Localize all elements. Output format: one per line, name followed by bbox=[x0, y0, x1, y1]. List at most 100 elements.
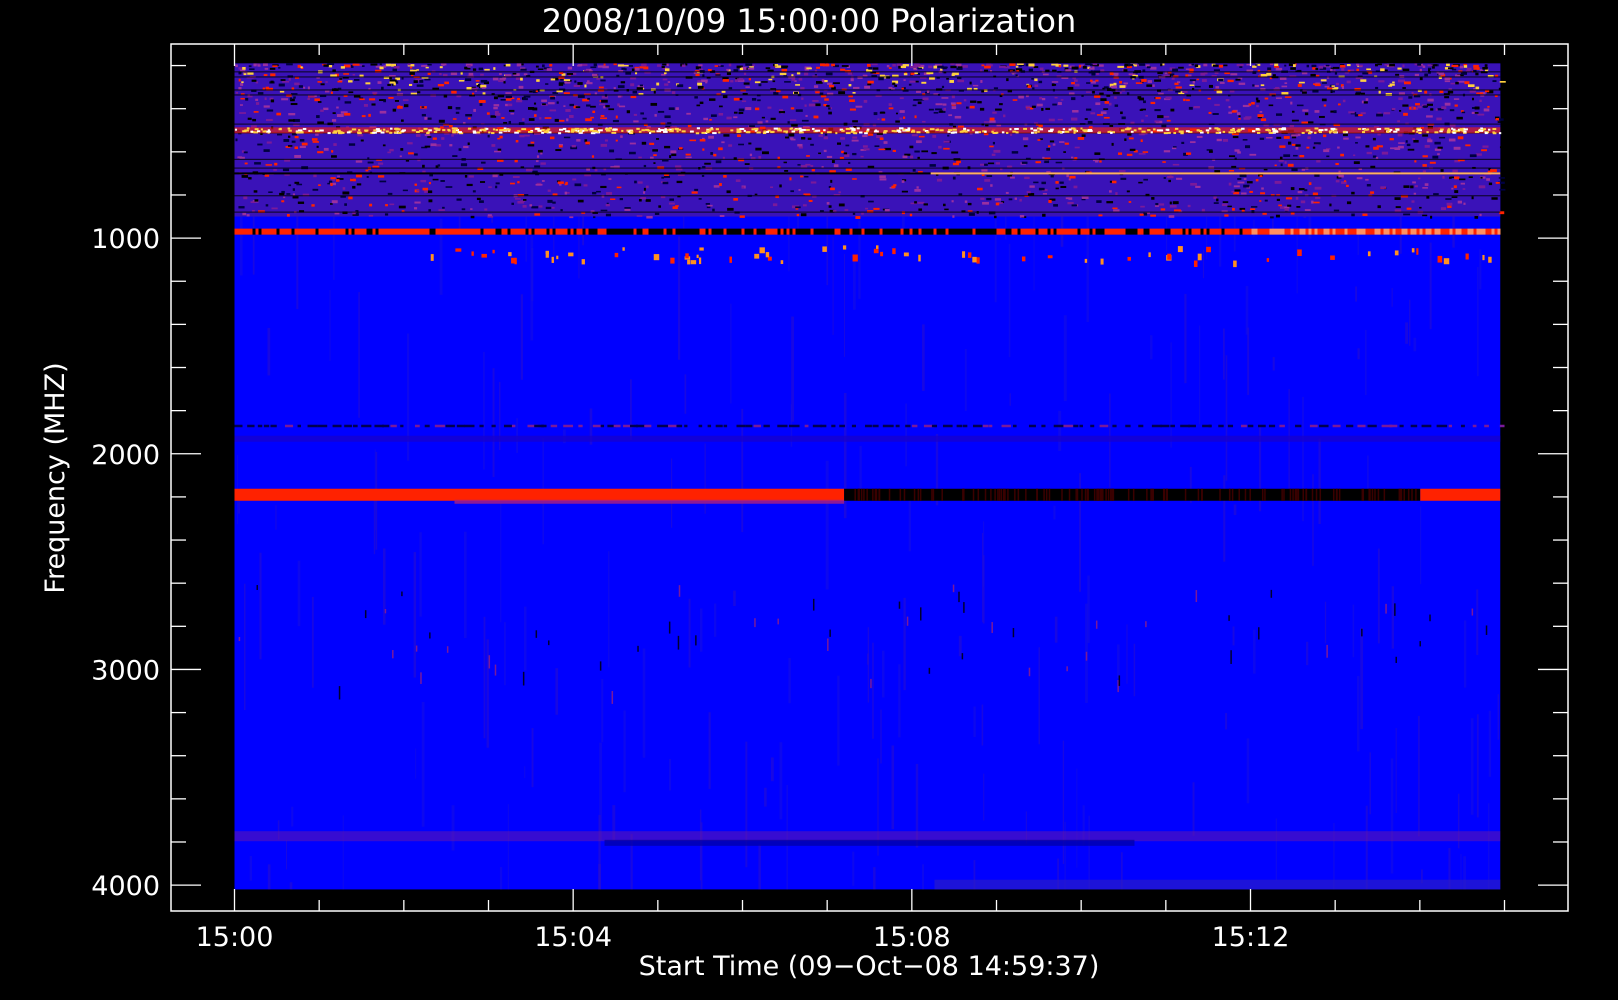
noise-speckle bbox=[569, 114, 574, 118]
streak bbox=[905, 403, 908, 467]
noise-speckle bbox=[316, 145, 319, 148]
bright-speck bbox=[299, 131, 304, 134]
band-texture bbox=[1099, 488, 1102, 501]
band-texture bbox=[1000, 488, 1003, 501]
noise-speckle bbox=[1287, 163, 1294, 167]
band-cell bbox=[492, 228, 496, 235]
bright-speck bbox=[333, 130, 338, 133]
streak bbox=[1170, 342, 1172, 448]
noise-speckle bbox=[549, 63, 553, 67]
noise-speckle bbox=[785, 136, 789, 139]
noise-speckle bbox=[1284, 64, 1287, 67]
noise-speckle bbox=[713, 185, 720, 188]
noise-speckle bbox=[325, 81, 328, 83]
band-cell bbox=[648, 228, 652, 235]
noise-speckle bbox=[743, 82, 750, 85]
band-cell bbox=[783, 228, 787, 235]
noise-speckle bbox=[270, 99, 275, 103]
band-cell bbox=[1416, 228, 1420, 235]
noise-speckle bbox=[1163, 115, 1170, 118]
band-cell bbox=[855, 228, 859, 235]
noise-speckle bbox=[808, 103, 816, 107]
streak bbox=[741, 408, 744, 533]
band-cell bbox=[1284, 228, 1288, 235]
noise-speckle bbox=[294, 154, 302, 158]
noise-speckle bbox=[879, 178, 887, 181]
noise-speckle bbox=[855, 216, 861, 219]
bright-speck bbox=[262, 130, 266, 133]
noise-speckle bbox=[1172, 68, 1179, 72]
x-tick-label: 15:04 bbox=[534, 922, 612, 953]
band-cell bbox=[627, 228, 631, 235]
noise-speckle bbox=[1426, 115, 1433, 118]
noise-speckle bbox=[1059, 181, 1064, 184]
streak bbox=[958, 635, 962, 657]
band-cell bbox=[1206, 228, 1210, 235]
band-cell bbox=[1467, 228, 1471, 235]
scan-line bbox=[234, 123, 1501, 125]
noise-speckle bbox=[1154, 79, 1162, 82]
bright-speck bbox=[1332, 131, 1337, 134]
noise-speckle bbox=[1213, 202, 1219, 204]
band-cell bbox=[384, 228, 388, 235]
noise-speckle bbox=[1398, 79, 1405, 83]
dash bbox=[822, 246, 827, 252]
noise-speckle bbox=[943, 203, 946, 207]
noise-speckle bbox=[452, 118, 457, 120]
band-cell bbox=[915, 228, 919, 235]
noise-speckle bbox=[1237, 181, 1245, 184]
bright-speck bbox=[1233, 131, 1237, 134]
band-cell bbox=[522, 228, 526, 235]
noise-speckle bbox=[800, 175, 804, 178]
bright-speck bbox=[1039, 128, 1044, 131]
noise-speckle bbox=[739, 215, 745, 218]
band-cell bbox=[948, 228, 952, 235]
noise-speckle bbox=[999, 65, 1006, 68]
noise-speckle bbox=[691, 191, 698, 194]
band-cell bbox=[618, 228, 622, 235]
band-cell bbox=[885, 228, 889, 235]
noise-speckle bbox=[354, 78, 360, 81]
streak bbox=[642, 648, 646, 758]
band-cell bbox=[792, 228, 796, 235]
noise-speckle bbox=[1312, 146, 1316, 149]
noise-speckle bbox=[1211, 74, 1217, 77]
band-cell bbox=[987, 228, 991, 235]
band-cell bbox=[1329, 228, 1333, 235]
streak bbox=[788, 208, 790, 272]
noise-speckle bbox=[465, 78, 472, 81]
band-cell bbox=[870, 228, 874, 235]
noise-speckle bbox=[547, 199, 553, 203]
band-cell bbox=[474, 228, 478, 235]
noise-speckle bbox=[728, 144, 733, 147]
band-cell bbox=[279, 228, 283, 235]
noise-speckle bbox=[1408, 96, 1413, 99]
speck bbox=[637, 645, 639, 652]
band-cell bbox=[1038, 228, 1042, 235]
noise-speckle bbox=[1362, 213, 1368, 216]
band-cell bbox=[969, 228, 973, 235]
bright-speck bbox=[1301, 131, 1305, 134]
noise-speckle bbox=[1073, 79, 1078, 82]
noise-speckle bbox=[458, 148, 462, 151]
noise-speckle bbox=[943, 107, 946, 111]
noise-speckle bbox=[311, 138, 318, 141]
dash bbox=[492, 249, 495, 254]
band-cell bbox=[1086, 228, 1090, 235]
noise-speckle bbox=[1096, 114, 1104, 116]
noise-speckle bbox=[995, 162, 1001, 165]
band-cell bbox=[1239, 228, 1243, 235]
noise-speckle bbox=[1224, 72, 1230, 75]
noise-speckle bbox=[852, 212, 856, 215]
noise-speckle bbox=[352, 73, 356, 76]
noise-speckle bbox=[417, 91, 421, 94]
noise-speckle bbox=[312, 141, 319, 143]
noise-speckle bbox=[1137, 96, 1142, 99]
noise-speckle bbox=[982, 201, 989, 205]
band-cell bbox=[615, 228, 619, 235]
band-cell bbox=[480, 228, 484, 235]
dash bbox=[503, 424, 513, 428]
noise-speckle bbox=[466, 183, 473, 187]
noise-speckle bbox=[989, 117, 995, 121]
y-tick-label: 2000 bbox=[91, 440, 160, 471]
